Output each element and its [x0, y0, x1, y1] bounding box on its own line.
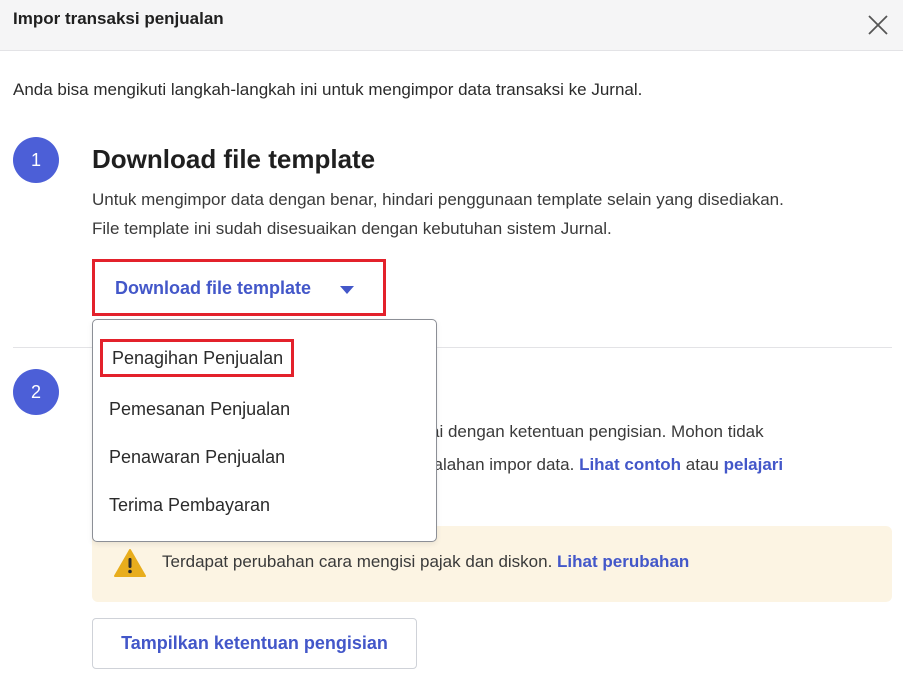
menu-item-terima-pembayaran[interactable]: Terima Pembayaran: [109, 495, 270, 516]
show-rules-label: Tampilkan ketentuan pengisian: [121, 633, 388, 653]
see-changes-link[interactable]: Lihat perubahan: [557, 552, 689, 571]
close-icon[interactable]: [866, 13, 890, 37]
step-1-description-line: Untuk mengimpor data dengan benar, hinda…: [92, 190, 784, 209]
download-template-button[interactable]: Download file template: [92, 259, 386, 316]
step-2-badge: 2: [13, 369, 59, 415]
menu-item-penagihan-penjualan[interactable]: Penagihan Penjualan: [100, 339, 295, 377]
menu-item-pemesanan-penjualan[interactable]: Pemesanan Penjualan: [109, 399, 290, 420]
intro-text: Anda bisa mengikuti langkah-langkah ini …: [13, 80, 643, 99]
modal-title: Impor transaksi penjualan: [13, 9, 224, 28]
warning-message: Terdapat perubahan cara mengisi pajak da…: [162, 552, 689, 572]
learn-link[interactable]: pelajari: [724, 455, 784, 474]
import-sales-modal: Impor transaksi penjualan Anda bisa meng…: [0, 0, 903, 689]
warning-text: Terdapat perubahan cara mengisi pajak da…: [162, 552, 553, 571]
step-1-description: Untuk mengimpor data dengan benar, hinda…: [92, 185, 892, 243]
warning-icon: [114, 549, 146, 577]
download-template-label: Download file template: [115, 278, 312, 298]
modal-header: Impor transaksi penjualan: [0, 0, 903, 51]
step-2-text-part: atau: [685, 455, 719, 474]
step-1-badge: 1: [13, 137, 59, 183]
step-2-text-part: salahan impor data.: [425, 455, 575, 474]
show-rules-button[interactable]: Tampilkan ketentuan pengisian: [92, 618, 417, 669]
see-example-link[interactable]: Lihat contoh: [579, 455, 681, 474]
caret-down-icon: [340, 286, 354, 294]
step-1-title: Download file template: [92, 144, 376, 174]
template-dropdown-menu: Penagihan Penjualan Pemesanan Penjualan …: [92, 319, 437, 542]
menu-item-penawaran-penjualan[interactable]: Penawaran Penjualan: [109, 447, 285, 468]
step-2-text-part: ai dengan ketentuan pengisian. Mohon tid…: [430, 422, 764, 441]
step-1-description-line: File template ini sudah disesuaikan deng…: [92, 219, 612, 238]
